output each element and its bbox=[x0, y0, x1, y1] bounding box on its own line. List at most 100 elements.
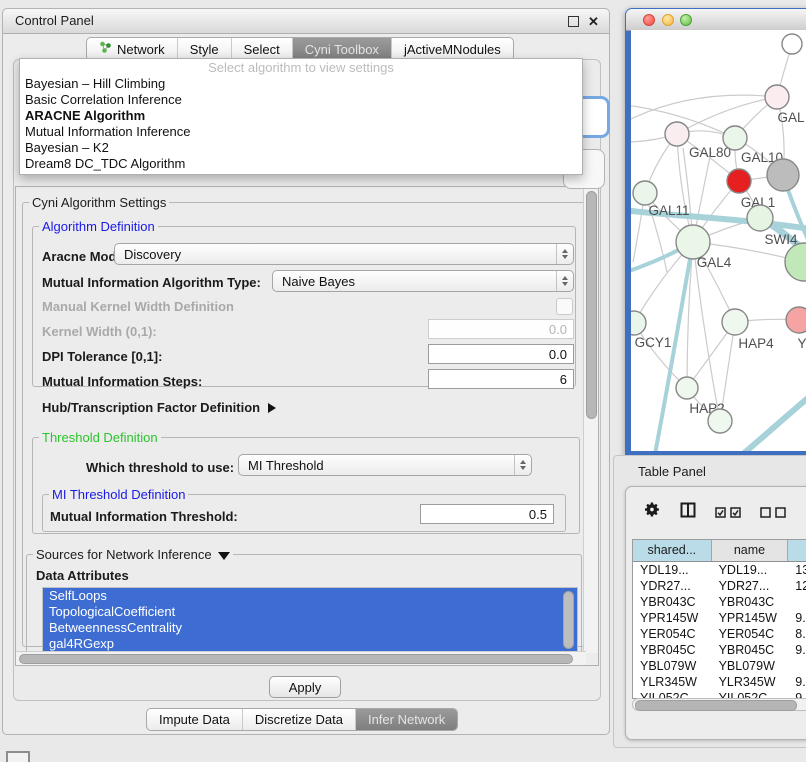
network-node[interactable] bbox=[708, 409, 732, 433]
table-row[interactable]: YBR045CYBR045C9. bbox=[633, 642, 806, 658]
table-row[interactable]: YER054CYER054C8. bbox=[633, 626, 806, 642]
table-cell[interactable]: YPR145W bbox=[633, 610, 712, 626]
table-cell[interactable]: YBR043C bbox=[712, 594, 789, 610]
mi-algorithm-type-combobox[interactable]: Naive Bayes bbox=[272, 270, 574, 292]
table-row[interactable]: YPR145WYPR145W9. bbox=[633, 610, 806, 626]
tab-cyni-toolbox[interactable]: Cyni Toolbox bbox=[293, 38, 392, 60]
network-node[interactable] bbox=[665, 122, 689, 146]
network-node[interactable] bbox=[727, 169, 751, 193]
network-node[interactable] bbox=[722, 309, 748, 335]
sources-group-title[interactable]: Sources for Network Inference bbox=[33, 547, 233, 562]
network-node[interactable] bbox=[785, 243, 806, 281]
list-scrollbar-thumb[interactable] bbox=[563, 591, 574, 649]
table-cell[interactable]: YDL19... bbox=[633, 562, 712, 578]
algorithm-option[interactable]: Bayesian – K2 bbox=[20, 140, 582, 156]
mi-steps-field[interactable] bbox=[428, 369, 574, 389]
table-cell[interactable]: YLR345W bbox=[633, 674, 712, 690]
float-icon[interactable] bbox=[568, 16, 579, 27]
network-node[interactable] bbox=[786, 307, 806, 333]
tab-network[interactable]: Network bbox=[87, 38, 178, 60]
which-threshold-combobox[interactable]: MI Threshold bbox=[238, 454, 532, 476]
aracne-mode-combobox[interactable]: Discovery bbox=[114, 243, 574, 265]
network-node[interactable] bbox=[782, 34, 802, 54]
data-attribute-item[interactable]: TopologicalCoefficient bbox=[43, 604, 577, 620]
table-cell[interactable]: YER054C bbox=[712, 626, 789, 642]
table-row[interactable]: YDR27...YDR27...12 bbox=[633, 578, 806, 594]
network-canvas[interactable]: GALGAL80GAL10GAL1GAL11SWI4GAL4GCY1HAP4YH… bbox=[631, 30, 806, 451]
table-row[interactable]: YDL19...YDL19...13 bbox=[633, 562, 806, 578]
manual-kernel-width-checkbox[interactable] bbox=[556, 298, 573, 315]
table-cell[interactable]: 9. bbox=[788, 610, 806, 626]
network-node[interactable] bbox=[747, 205, 773, 231]
table-cell[interactable]: YBL079W bbox=[712, 658, 789, 674]
table-cell[interactable]: 8. bbox=[788, 626, 806, 642]
algorithm-option[interactable]: Bayesian – Hill Climbing bbox=[20, 76, 582, 92]
tab-select[interactable]: Select bbox=[232, 38, 293, 60]
algorithm-option[interactable]: ARACNE Algorithm bbox=[20, 108, 582, 124]
gear-icon[interactable] bbox=[644, 501, 661, 523]
minimize-traffic-light-icon[interactable] bbox=[662, 14, 674, 26]
table-row[interactable]: YBL079WYBL079W bbox=[633, 658, 806, 674]
column-header-name[interactable]: name bbox=[712, 540, 789, 561]
network-node[interactable] bbox=[676, 377, 698, 399]
tab-discretize-data[interactable]: Discretize Data bbox=[243, 709, 356, 730]
columns-icon[interactable] bbox=[680, 502, 696, 523]
unchecked-pair-icon[interactable] bbox=[760, 507, 786, 518]
table-cell[interactable] bbox=[788, 594, 806, 610]
zoom-traffic-light-icon[interactable] bbox=[680, 14, 692, 26]
apply-button[interactable]: Apply bbox=[269, 676, 341, 698]
data-attributes-label: Data Attributes bbox=[36, 568, 129, 583]
network-tab-icon bbox=[99, 41, 112, 57]
algorithm-option[interactable]: Dream8 DC_TDC Algorithm bbox=[20, 156, 582, 172]
data-attribute-item[interactable]: gal4RGexp bbox=[43, 636, 577, 652]
table-cell[interactable]: 9. bbox=[788, 674, 806, 690]
network-edge[interactable] bbox=[631, 95, 777, 122]
table-cell[interactable]: YER054C bbox=[633, 626, 712, 642]
network-window-titlebar[interactable] bbox=[626, 9, 806, 31]
table-cell[interactable]: YDL19... bbox=[712, 562, 789, 578]
table-cell[interactable]: YBL079W bbox=[633, 658, 712, 674]
table-row[interactable]: YBR043CYBR043C bbox=[633, 594, 806, 610]
table-cell[interactable]: YDR27... bbox=[633, 578, 712, 594]
tab-impute-data[interactable]: Impute Data bbox=[147, 709, 243, 730]
tab-jactivemnodules[interactable]: jActiveMNodules bbox=[392, 38, 513, 60]
close-icon[interactable]: ✕ bbox=[587, 15, 600, 28]
column-header-clipped[interactable] bbox=[788, 540, 806, 561]
table-cell[interactable]: 13 bbox=[788, 562, 806, 578]
table-cell[interactable]: 9. bbox=[788, 642, 806, 658]
table-horizontal-scrollbar[interactable] bbox=[632, 698, 806, 711]
table-cell[interactable]: YLR345W bbox=[712, 674, 789, 690]
algorithm-option[interactable]: Mutual Information Inference bbox=[20, 124, 582, 140]
docked-panel-icon[interactable] bbox=[6, 751, 30, 762]
table-cell[interactable]: YDR27... bbox=[712, 578, 789, 594]
tab-style[interactable]: Style bbox=[178, 38, 232, 60]
hub-section-toggle[interactable]: Hub/Transcription Factor Definition bbox=[42, 400, 276, 415]
column-header-shared-name[interactable]: shared... bbox=[633, 540, 712, 561]
algorithm-popup-list: Bayesian – Hill ClimbingBasic Correlatio… bbox=[20, 76, 582, 172]
data-attribute-item[interactable]: BetweennessCentrality bbox=[43, 620, 577, 636]
table-row[interactable]: YLR345WYLR345W9. bbox=[633, 674, 806, 690]
table-cell[interactable]: YBR043C bbox=[633, 594, 712, 610]
mi-threshold-field[interactable] bbox=[420, 504, 554, 524]
network-node[interactable] bbox=[767, 159, 799, 191]
table-cell[interactable]: YBR045C bbox=[633, 642, 712, 658]
network-edge[interactable] bbox=[743, 392, 806, 451]
network-node[interactable] bbox=[676, 225, 710, 259]
table-cell[interactable] bbox=[788, 658, 806, 674]
table-cell[interactable]: 12 bbox=[788, 578, 806, 594]
settings-horizontal-scrollbar[interactable] bbox=[16, 651, 586, 665]
table-cell[interactable]: YBR045C bbox=[712, 642, 789, 658]
dpi-tolerance-field[interactable] bbox=[428, 344, 574, 364]
network-node[interactable] bbox=[633, 181, 657, 205]
table-cell[interactable]: YPR145W bbox=[712, 610, 789, 626]
settings-vertical-scrollbar[interactable] bbox=[583, 187, 598, 653]
kernel-width-field[interactable] bbox=[428, 319, 574, 339]
data-attribute-item[interactable]: SelfLoops bbox=[43, 588, 577, 604]
close-traffic-light-icon[interactable] bbox=[643, 14, 655, 26]
network-node[interactable] bbox=[765, 85, 789, 109]
algorithm-option[interactable]: Basic Correlation Inference bbox=[20, 92, 582, 108]
network-node[interactable] bbox=[723, 126, 747, 150]
network-node[interactable] bbox=[631, 311, 646, 335]
tab-infer-network[interactable]: Infer Network bbox=[356, 709, 457, 730]
checked-pair-icon[interactable] bbox=[715, 507, 741, 518]
